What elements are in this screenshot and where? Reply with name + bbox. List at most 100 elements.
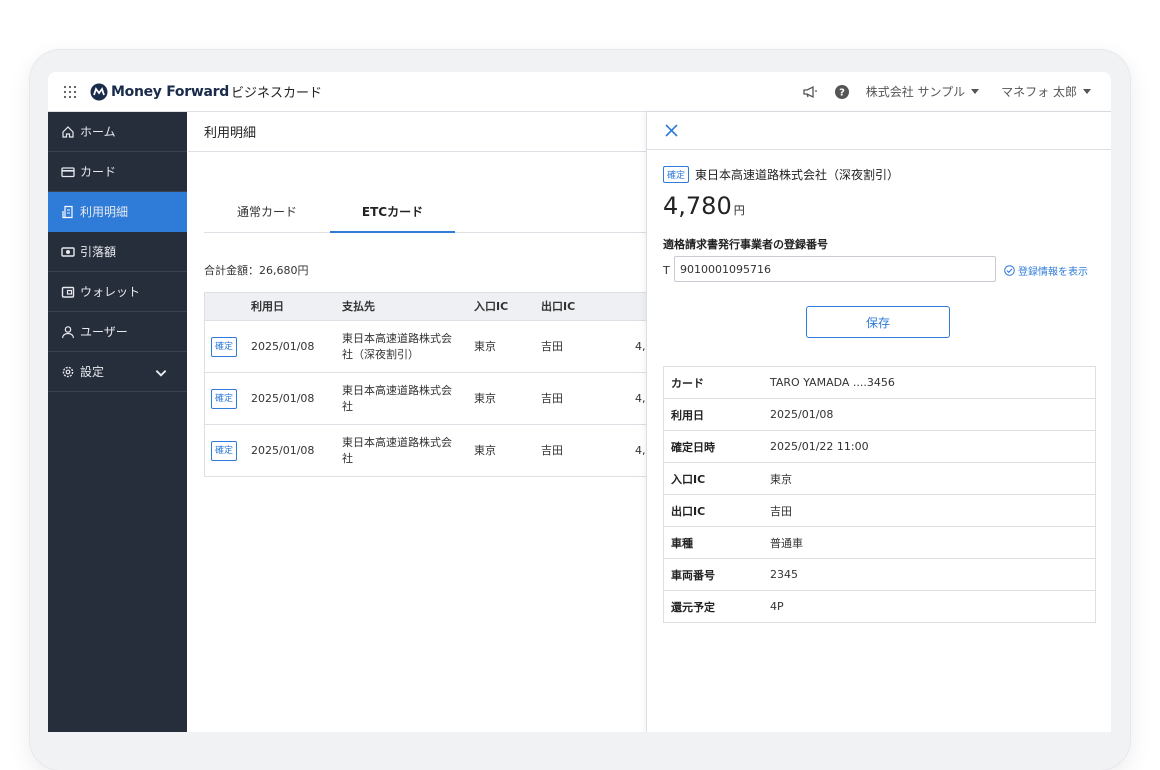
amount-cell: 4, xyxy=(635,339,646,353)
header-actions: ? 株式会社 サンプル マネフォ 太郎 xyxy=(802,83,1091,100)
statement-icon xyxy=(62,205,73,218)
sidebar-item-label: ホーム xyxy=(80,125,116,139)
date-cell: 2025/01/08 xyxy=(251,391,315,405)
detail-key: 入口IC xyxy=(671,472,706,486)
logo[interactable]: Money Forward ビジネスカード xyxy=(90,82,322,101)
total-amount: 合計金額：26,680円 xyxy=(204,264,309,277)
sidebar-item-label: 引落額 xyxy=(80,245,117,259)
amount-unit: 円 xyxy=(733,204,745,217)
sidebar-item-card[interactable]: カード xyxy=(48,152,187,192)
detail-panel: 確定 東日本高速道路株式会社（深夜割引） 4,780 円 適格請求書発行事業者の… xyxy=(646,112,1111,732)
logo-text: Money Forward xyxy=(111,83,229,100)
payee-line: 社 xyxy=(342,451,353,465)
user-name: マネフォ 太郎 xyxy=(1001,85,1077,99)
sidebar-item-home[interactable]: ホーム xyxy=(48,112,187,152)
check-circle-icon xyxy=(1004,265,1015,276)
status-cell: 確定 xyxy=(211,321,238,372)
chevron-down-icon xyxy=(155,370,167,377)
exit-cell: 吉田 xyxy=(541,391,563,405)
detail-row: 還元予定 4P xyxy=(664,590,1095,622)
amount-value: 4,780 xyxy=(663,192,732,220)
detail-value: TARO YAMADA ....3456 xyxy=(770,376,895,389)
sidebar-item-users[interactable]: ユーザー xyxy=(48,312,187,352)
close-icon[interactable] xyxy=(665,124,678,137)
detail-value: 2025/01/08 xyxy=(770,408,834,421)
help-icon[interactable]: ? xyxy=(834,84,850,100)
col-header-entry: 入口IC xyxy=(474,299,509,313)
sidebar-item-label: 設定 xyxy=(80,365,105,379)
sidebar-item-withdrawal[interactable]: 引落額 xyxy=(48,232,187,272)
detail-row: 利用日 2025/01/08 xyxy=(664,398,1095,430)
exit-cell: 吉田 xyxy=(541,443,563,457)
detail-row: 車両番号 2345 xyxy=(664,558,1095,590)
detail-value: 2025/01/22 11:00 xyxy=(770,440,869,453)
save-button[interactable]: 保存 xyxy=(806,306,950,338)
main-content: 利用明細 通常カード ETCカード 合計金額：26,680円 利用日 支払先 入… xyxy=(188,112,666,732)
chevron-down-icon xyxy=(1083,89,1091,94)
table-row[interactable]: 確定 2025/01/08 東日本高速道路株式会 社 東京 吉田 4, xyxy=(205,424,665,476)
status-badge: 確定 xyxy=(211,336,238,357)
logo-subtitle: ビジネスカード xyxy=(230,86,322,101)
detail-key: 還元予定 xyxy=(671,600,715,614)
table-header: 利用日 支払先 入口IC 出口IC xyxy=(205,293,665,320)
table-row[interactable]: 確定 2025/01/08 東日本高速道路株式会 社（深夜割引） 東京 吉田 4… xyxy=(205,320,665,372)
entry-cell: 東京 xyxy=(474,391,496,405)
user-menu[interactable]: マネフォ 太郎 xyxy=(1001,83,1091,100)
detail-key: 利用日 xyxy=(671,408,704,422)
detail-value: 4P xyxy=(770,600,784,613)
date-cell: 2025/01/08 xyxy=(251,443,315,457)
sidebar-item-label: カード xyxy=(80,165,117,179)
detail-row: 車種 普通車 xyxy=(664,526,1095,558)
status-badge: 確定 xyxy=(211,388,238,409)
company-name: 株式会社 サンプル xyxy=(865,85,966,99)
detail-row: 出口IC 吉田 xyxy=(664,494,1095,526)
money-icon xyxy=(61,246,75,257)
detail-value: 2345 xyxy=(770,568,798,581)
tab-normal-card[interactable]: 通常カード xyxy=(204,192,330,231)
registration-number-input[interactable] xyxy=(674,256,996,282)
registration-label: 適格請求書発行事業者の登録番号 xyxy=(663,238,828,251)
detail-row: カード TARO YAMADA ....3456 xyxy=(664,367,1095,398)
svg-text:?: ? xyxy=(839,87,845,98)
tab-etc-card[interactable]: ETCカード xyxy=(330,192,455,233)
payee-cell: 東日本高速道路株式会 社 xyxy=(342,373,452,424)
status-badge: 確定 xyxy=(211,440,238,461)
panel-title: 確定 東日本高速道路株式会社（深夜割引） xyxy=(663,166,899,183)
show-registration-link[interactable]: 登録情報を表示 xyxy=(1004,263,1088,278)
payee-line: 東日本高速道路株式会 xyxy=(342,331,452,345)
registration-prefix: T xyxy=(663,264,670,277)
megaphone-icon[interactable] xyxy=(802,84,818,100)
gear-icon xyxy=(62,366,74,377)
sidebar-item-label: ウォレット xyxy=(80,285,141,299)
date-cell: 2025/01/08 xyxy=(251,339,315,353)
payee-line: 東日本高速道路株式会 xyxy=(342,383,452,397)
table-row[interactable]: 確定 2025/01/08 東日本高速道路株式会 社 東京 吉田 4, xyxy=(205,372,665,424)
tab-bar: 通常カード ETCカード xyxy=(204,192,664,233)
col-header-exit: 出口IC xyxy=(541,299,576,313)
payee-line: 社 xyxy=(342,399,353,413)
payee-name: 東日本高速道路株式会社（深夜割引） xyxy=(695,168,900,182)
amount-cell: 4, xyxy=(635,443,646,457)
app-grid-icon[interactable] xyxy=(62,84,78,100)
sidebar-item-wallet[interactable]: ウォレット xyxy=(48,272,187,312)
sidebar-item-label: 利用明細 xyxy=(80,205,129,219)
detail-value: 吉田 xyxy=(770,504,792,518)
payee-line: 東日本高速道路株式会 xyxy=(342,435,452,449)
sidebar-item-label: ユーザー xyxy=(80,325,128,339)
sidebar-item-settings[interactable]: 設定 xyxy=(48,352,187,392)
exit-cell: 吉田 xyxy=(541,339,563,353)
payee-line: 社（深夜割引） xyxy=(342,347,419,361)
company-menu[interactable]: 株式会社 サンプル xyxy=(865,83,980,100)
status-badge: 確定 xyxy=(663,166,690,183)
home-icon xyxy=(62,125,74,138)
card-icon xyxy=(61,166,75,177)
detail-table: カード TARO YAMADA ....3456 利用日 2025/01/08 … xyxy=(663,366,1096,623)
amount-cell: 4, xyxy=(635,391,646,405)
sidebar-item-statement[interactable]: 利用明細 xyxy=(48,192,187,232)
detail-key: 確定日時 xyxy=(671,440,715,454)
detail-key: 出口IC xyxy=(671,504,706,518)
detail-key: カード xyxy=(671,376,704,390)
user-icon xyxy=(61,325,75,338)
usage-table: 利用日 支払先 入口IC 出口IC 確定 2025/01/08 東日本高速道路株… xyxy=(204,292,666,477)
col-header-payee: 支払先 xyxy=(342,299,375,313)
